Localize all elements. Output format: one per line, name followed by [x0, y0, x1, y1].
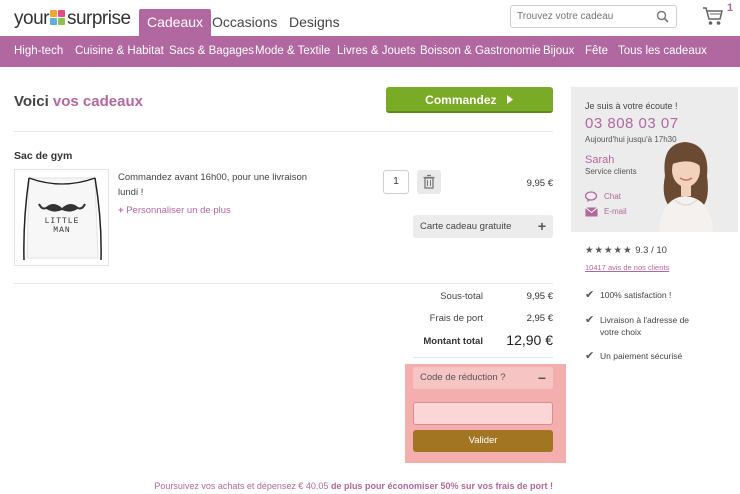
trash-icon: [423, 174, 435, 189]
nav-item-tous-les-cadeaux[interactable]: Tous les cadeaux: [618, 45, 707, 57]
quantity-field[interactable]: 1: [383, 170, 409, 194]
check-icon: ✔: [585, 350, 595, 362]
email-icon: [585, 207, 598, 217]
product-image[interactable]: LITTLE MAN: [14, 169, 109, 266]
search-box: [510, 5, 677, 28]
delete-item-button[interactable]: [417, 170, 441, 194]
agent-name: Sarah: [585, 154, 615, 166]
search-icon[interactable]: [656, 10, 669, 23]
usp-secure-payment: Un paiement sécurisé: [600, 351, 683, 361]
personalize-link[interactable]: + Personnaliser un de plus: [118, 205, 231, 216]
promo-code-toggle[interactable]: Code de réduction ? −: [413, 367, 553, 389]
nav-item-cuisine-habitat[interactable]: Cuisine & Habitat: [75, 45, 164, 57]
personalize-link-label: Personnaliser un de plus: [126, 205, 231, 216]
rating-value: 9.3 / 10: [635, 245, 667, 256]
tab-cadeaux[interactable]: Cadeaux: [139, 9, 212, 37]
gift-card-toggle[interactable]: Carte cadeau gratuite +: [413, 215, 553, 238]
logo-text-left: your: [14, 8, 49, 29]
promo-code-input[interactable]: [413, 402, 553, 425]
total-label: Montant total: [423, 336, 483, 347]
subtotal-value: 9,95 €: [526, 291, 553, 302]
rating: ★★★★★ 9.3 / 10: [585, 245, 667, 256]
free-shipping-note: Poursuivez vos achats et dépensez € 40.0…: [100, 481, 553, 491]
delivery-info: Commandez avant 16h00, pour une livraiso…: [118, 172, 308, 198]
nav-item-high-tech[interactable]: High-tech: [14, 45, 63, 57]
plus-icon: +: [537, 218, 546, 234]
usp-delivery: Livraison à l'adresse de votre choix: [600, 315, 690, 337]
divider: [14, 131, 553, 132]
search-input[interactable]: [511, 6, 651, 27]
logo-text-right: surprise: [66, 8, 131, 29]
free-shipping-bold: de plus pour économiser 50% sur vos frai…: [330, 481, 553, 491]
chat-icon: [585, 191, 598, 202]
top-bar: your surprise Cadeaux Occasions Designs 1: [0, 0, 740, 37]
subtotal-label: Sous-total: [440, 291, 483, 302]
service-phone[interactable]: 03 808 03 07: [585, 115, 679, 132]
item-price: 9,95 €: [526, 178, 553, 189]
promo-code-label: Code de réduction ?: [420, 372, 506, 383]
agent-role: Service clients: [585, 167, 637, 176]
nav-item-boisson-gastronomie[interactable]: Boisson & Gastronomie: [420, 45, 541, 57]
order-button-label: Commandez: [425, 93, 497, 107]
usp-satisfaction: 100% satisfaction !: [600, 290, 672, 300]
nav-item-fete[interactable]: Fête: [585, 45, 608, 57]
total-value: 12,90 €: [506, 332, 553, 348]
divider: [413, 357, 553, 358]
page-title-accent: vos cadeaux: [52, 93, 143, 110]
chat-link[interactable]: Chat: [604, 192, 621, 201]
free-shipping-prefix: Poursuivez vos achats et dépensez € 40.0…: [154, 481, 331, 491]
plus-icon: +: [118, 205, 124, 216]
tab-designs[interactable]: Designs: [281, 9, 348, 37]
reviews-link[interactable]: 10417 avis de nos clients: [585, 263, 669, 272]
minus-icon: −: [537, 370, 546, 386]
service-heading: Je suis à votre écoute !: [585, 101, 678, 111]
tab-occasions[interactable]: Occasions: [204, 9, 285, 37]
cart-icon[interactable]: [702, 5, 724, 27]
gift-card-label: Carte cadeau gratuite: [420, 221, 512, 232]
shipping-value: 2,95 €: [526, 313, 553, 324]
divider: [14, 283, 553, 284]
product-title: Sac de gym: [14, 150, 73, 162]
category-nav: High-tech Cuisine & Habitat Sacs & Bagag…: [0, 36, 740, 67]
page-title: Voici vos cadeaux: [14, 93, 143, 110]
bag-print-text: LITTLE MAN: [44, 217, 80, 235]
rating-stars: ★★★★★: [585, 245, 633, 256]
order-button[interactable]: Commandez: [386, 87, 553, 113]
nav-item-mode-textile[interactable]: Mode & Textile: [255, 45, 330, 57]
cart-count-badge: 1: [727, 2, 734, 14]
logo-mark-icon: [49, 10, 66, 26]
check-icon: ✔: [585, 289, 595, 301]
nav-item-sacs-bagages[interactable]: Sacs & Bagages: [169, 45, 254, 57]
email-link[interactable]: E-mail: [604, 207, 627, 216]
shipping-label: Frais de port: [429, 313, 483, 324]
check-icon: ✔: [585, 314, 595, 326]
logo[interactable]: your surprise: [14, 8, 131, 30]
validate-button[interactable]: Valider: [413, 430, 553, 452]
page-title-prefix: Voici: [14, 93, 49, 110]
arrow-right-icon: [506, 95, 513, 104]
agent-portrait: [659, 142, 713, 232]
nav-item-livres-jouets[interactable]: Livres & Jouets: [337, 45, 416, 57]
nav-item-bijoux[interactable]: Bijoux: [543, 45, 574, 57]
